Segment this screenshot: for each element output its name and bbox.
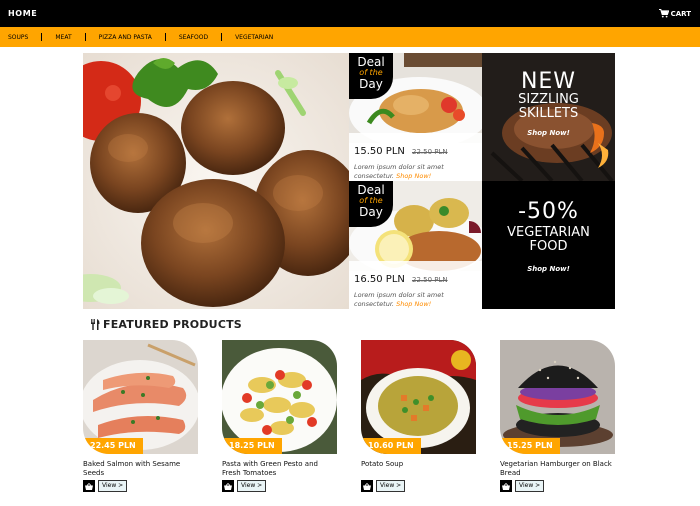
category-divider xyxy=(41,33,43,41)
home-link[interactable]: HOME xyxy=(8,9,37,18)
promo-vegetarian-banner[interactable]: -50% VEGETARIAN FOOD Shop Now! xyxy=(482,181,615,309)
view-product-button[interactable]: View > xyxy=(376,480,406,492)
deal-old-price: 22.50 PLN xyxy=(411,148,448,156)
promo-text: -50% VEGETARIAN FOOD Shop Now! xyxy=(482,199,615,274)
product-actions: View > xyxy=(83,480,198,492)
promo-headline: -50% xyxy=(518,199,579,224)
deal-price: 15.50 PLN xyxy=(354,146,405,157)
product-card[interactable]: 15.25 PLN Vegetarian Hamburger on Black … xyxy=(500,340,615,492)
basket-icon xyxy=(85,482,93,490)
deal-info: 15.50 PLN 22.50 PLN Lorem ipsum dolor si… xyxy=(349,133,482,181)
product-price: 10.60 PLN xyxy=(361,438,421,454)
category-divider xyxy=(84,33,86,41)
meat-patties-image xyxy=(83,53,349,309)
product-actions: View > xyxy=(500,480,615,492)
category-nav: SOUPS MEAT PIZZA AND PASTA SEAFOOD VEGET… xyxy=(0,27,700,47)
deal-badge-line: of the xyxy=(359,196,383,205)
view-product-button[interactable]: View > xyxy=(237,480,267,492)
featured-title-text: FEATURED PRODUCTS xyxy=(103,318,242,331)
vegetarian-burger-image xyxy=(500,340,615,454)
deal-description: Lorem ipsum dolor sit amet consectetur. … xyxy=(354,291,454,309)
product-image[interactable]: 18.25 PLN xyxy=(222,340,337,454)
deal-of-the-day-card[interactable]: Deal of the Day 16.50 PLN 22.50 PLN Lore… xyxy=(349,181,482,309)
add-to-basket-button[interactable] xyxy=(361,480,373,492)
basket-icon xyxy=(363,482,371,490)
category-pizza-and-pasta[interactable]: PIZZA AND PASTA xyxy=(99,34,152,41)
promo-subline: SKILLETS xyxy=(518,105,579,121)
promo-text: NEW SIZZLING SKILLETS Shop Now! xyxy=(482,69,615,138)
deal-shop-now-link[interactable]: Shop Now! xyxy=(396,172,431,180)
product-price: 18.25 PLN xyxy=(222,438,282,454)
category-divider xyxy=(164,33,166,41)
category-meat[interactable]: MEAT xyxy=(55,34,71,41)
hero-main-image[interactable] xyxy=(83,53,349,309)
cart-icon xyxy=(658,9,669,18)
product-name[interactable]: Vegetarian Hamburger on Black Bread xyxy=(500,460,615,478)
featured-products-heading: FEATURED PRODUCTS xyxy=(90,318,242,331)
promo-headline: NEW xyxy=(520,69,577,94)
promo-subline: FOOD xyxy=(529,238,568,254)
top-bar: HOME CART xyxy=(0,0,700,27)
deal-badge-line: Day xyxy=(359,77,383,91)
product-actions: View > xyxy=(222,480,337,492)
product-price: 15.25 PLN xyxy=(500,438,560,454)
deal-of-the-day-card[interactable]: Deal of the Day 15.50 PLN 22.50 PLN Lore… xyxy=(349,53,482,181)
category-vegetarian[interactable]: VEGETARIAN xyxy=(235,34,273,41)
product-actions: View > xyxy=(361,480,476,492)
product-image[interactable]: 10.60 PLN xyxy=(361,340,476,454)
promo-skillets-banner[interactable]: NEW SIZZLING SKILLETS Shop Now! xyxy=(482,53,615,181)
cutlery-icon xyxy=(91,319,100,330)
deal-info: 16.50 PLN 22.50 PLN Lorem ipsum dolor si… xyxy=(349,261,482,309)
view-product-button[interactable]: View > xyxy=(515,480,545,492)
hero-banner: Deal of the Day 15.50 PLN 22.50 PLN Lore… xyxy=(83,53,615,309)
promo-subline: SIZZLING xyxy=(518,92,579,107)
deal-price: 16.50 PLN xyxy=(354,274,405,285)
deal-badge-line: Deal xyxy=(357,55,385,69)
view-product-button[interactable]: View > xyxy=(98,480,128,492)
product-price: 22.45 PLN xyxy=(83,438,143,454)
deal-badge-line: Day xyxy=(359,205,383,219)
cart-link[interactable]: CART xyxy=(658,9,691,18)
product-card[interactable]: 10.60 PLN Potato Soup View > xyxy=(361,340,476,492)
promo-subline: VEGETARIAN xyxy=(507,225,590,240)
deal-shop-now-link[interactable]: Shop Now! xyxy=(396,300,431,308)
basket-icon xyxy=(502,482,510,490)
promo-shop-now-link[interactable]: Shop Now! xyxy=(482,265,615,273)
category-seafood[interactable]: SEAFOOD xyxy=(179,34,208,41)
product-card[interactable]: 22.45 PLN Baked Salmon with Sesame Seeds… xyxy=(83,340,198,492)
category-divider xyxy=(221,33,223,41)
deal-badge-line: Deal xyxy=(357,183,385,197)
product-name[interactable]: Potato Soup xyxy=(361,460,476,478)
cart-label: CART xyxy=(670,9,691,18)
add-to-basket-button[interactable] xyxy=(83,480,95,492)
deal-badge: Deal of the Day xyxy=(349,53,393,99)
product-image[interactable]: 22.45 PLN xyxy=(83,340,198,454)
product-name[interactable]: Baked Salmon with Sesame Seeds xyxy=(83,460,198,478)
promo-shop-now-link[interactable]: Shop Now! xyxy=(482,129,615,137)
category-soups[interactable]: SOUPS xyxy=(8,34,28,41)
potato-soup-image xyxy=(361,340,476,454)
product-image[interactable]: 15.25 PLN xyxy=(500,340,615,454)
deal-old-price: 22.50 PLN xyxy=(411,276,448,284)
deal-badge: Deal of the Day xyxy=(349,181,393,227)
add-to-basket-button[interactable] xyxy=(222,480,234,492)
pasta-image xyxy=(222,340,337,454)
basket-icon xyxy=(224,482,232,490)
deal-description: Lorem ipsum dolor sit amet consectetur. … xyxy=(354,163,454,181)
product-card[interactable]: 18.25 PLN Pasta with Green Pesto and Fre… xyxy=(222,340,337,492)
salmon-image xyxy=(83,340,198,454)
product-name[interactable]: Pasta with Green Pesto and Fresh Tomatoe… xyxy=(222,460,337,478)
deal-badge-line: of the xyxy=(359,68,383,77)
add-to-basket-button[interactable] xyxy=(500,480,512,492)
